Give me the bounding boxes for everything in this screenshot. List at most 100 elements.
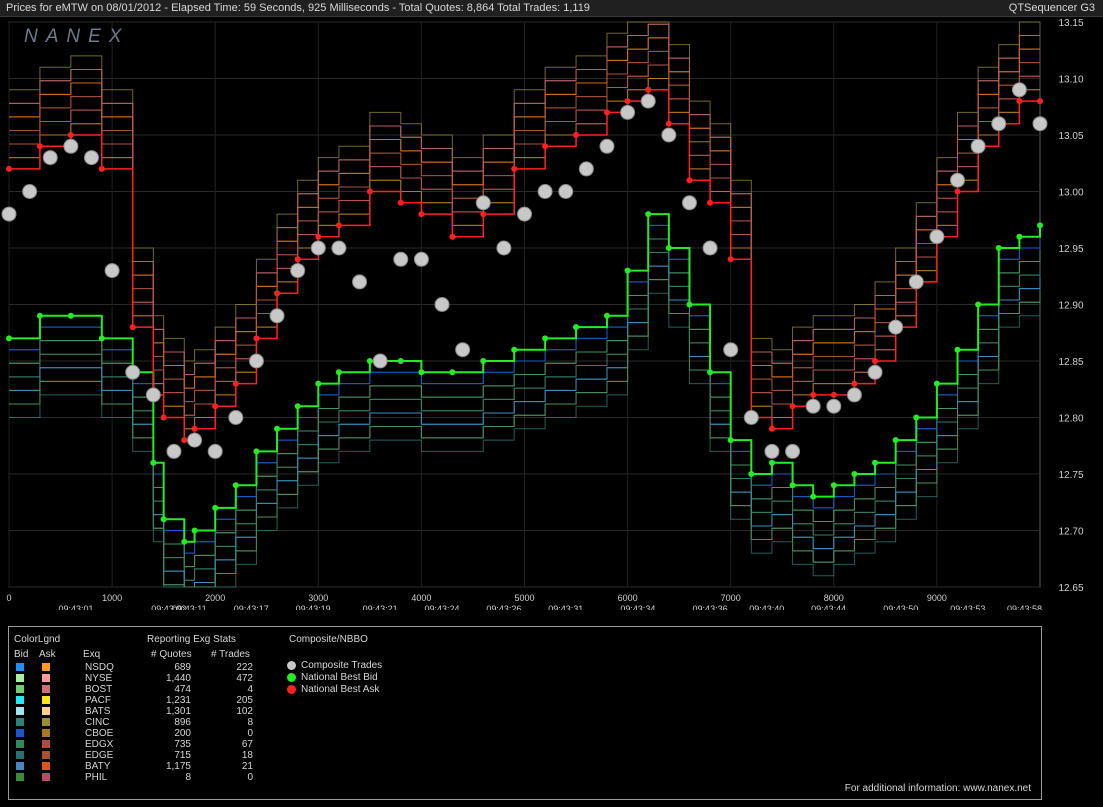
trade-point: [950, 172, 966, 188]
ask-point: [315, 233, 322, 240]
trade-point: [248, 353, 264, 369]
bid-color-swatch: [16, 762, 24, 770]
trade-point: [83, 150, 99, 166]
ask-point: [1037, 98, 1043, 105]
time-label: 09:43:58: [1007, 604, 1042, 610]
bid-point: [768, 459, 775, 466]
bid-point: [511, 346, 518, 353]
trade-point: [290, 263, 306, 279]
trade-point: [908, 274, 924, 290]
exchange-header: Exq: [83, 649, 101, 660]
exchange-trades: 18: [241, 750, 253, 761]
trade-point: [764, 443, 780, 459]
trade-point: [970, 138, 986, 154]
bid-point: [397, 358, 404, 364]
bid-color-swatch: [16, 685, 24, 693]
exchange-trades: 102: [236, 706, 253, 717]
ask-point: [480, 211, 487, 218]
trade-point: [352, 274, 368, 290]
ask-point: [954, 188, 961, 195]
bid-point: [160, 516, 167, 523]
bid-point: [872, 459, 879, 466]
exchange-name: NYSE: [85, 673, 113, 684]
ask-point: [727, 256, 734, 263]
ask-point: [418, 211, 425, 218]
ask-point: [686, 177, 693, 184]
y-axis: 12.65 12.70 12.75 12.80 12.85 12.90 12.95 13.00…: [1058, 18, 1083, 594]
bid-point: [449, 369, 456, 376]
exchange-trades: 205: [236, 695, 253, 706]
bid-color-swatch: [16, 674, 24, 682]
x-axis: 0 1000 2000 3000 4000 5000 6000 7000 8000 900009:…: [6, 593, 1042, 610]
bid-point: [6, 335, 12, 342]
chart-title: Prices for eMTW on 08/01/2012 - Elapsed …: [6, 2, 590, 14]
trade-point: [187, 432, 203, 448]
ask-point: [335, 222, 342, 229]
trade-point: [826, 398, 842, 414]
bid-point: [542, 335, 549, 342]
bid-point: [274, 425, 281, 432]
exchange-name: NSDQ: [85, 662, 114, 673]
nanex-watermark: NANEX: [24, 26, 129, 47]
trade-point: [537, 184, 553, 199]
trade-point: [393, 251, 409, 267]
x-tick-label: 1000: [102, 593, 122, 603]
bid-point: [810, 493, 817, 500]
x-tick-label: 5000: [514, 593, 534, 603]
exchange-trades: 21: [241, 761, 253, 772]
composite-title: Composite/NBBO: [289, 634, 368, 645]
bid-point: [892, 437, 899, 444]
bid-point: [624, 267, 631, 274]
exchange-quotes: 1,175: [165, 761, 191, 772]
exchange-quotes: 735: [174, 739, 191, 750]
trade-point: [475, 195, 491, 211]
trade-point: [702, 240, 718, 256]
ask-point: [1016, 98, 1023, 105]
bid-color-swatch: [16, 729, 24, 737]
trade-point: [22, 184, 38, 199]
bid-point: [67, 312, 74, 319]
trade-point: [207, 443, 223, 459]
exchange-trades: 0: [247, 772, 253, 783]
bid-point: [1037, 222, 1043, 229]
x-tick-label: 2000: [205, 593, 225, 603]
ask-point: [542, 143, 549, 150]
ask-point: [851, 380, 858, 387]
time-label: 09:43:50: [883, 604, 918, 610]
exchange-name: EDGX: [85, 739, 114, 750]
y-tick-label: 13.10: [1058, 75, 1083, 86]
bid-point: [1016, 233, 1023, 240]
ask-point: [397, 199, 404, 206]
title-bar: Prices for eMTW on 08/01/2012 - Elapsed …: [0, 0, 1103, 17]
exchange-name: BATY: [85, 761, 111, 772]
trade-point: [661, 127, 677, 143]
ask-point: [253, 335, 260, 342]
bid-color-swatch: [16, 707, 24, 715]
x-tick-label: 8000: [824, 593, 844, 603]
exchange-quotes: 715: [174, 750, 191, 761]
trade-point: [1011, 82, 1027, 98]
ask-point: [274, 290, 281, 297]
bid-point: [573, 324, 580, 331]
ask-point: [129, 324, 136, 331]
time-label: 09:43:31: [548, 604, 583, 610]
bid-point: [366, 358, 373, 364]
bid-point: [830, 482, 837, 489]
time-label: 09:43:34: [620, 604, 655, 610]
exchange-quotes: 1,440: [165, 673, 191, 684]
time-label: 09:43:40: [749, 604, 784, 610]
ask-color-swatch: [42, 707, 50, 715]
composite-legend-dot: [287, 673, 296, 682]
trade-point: [620, 104, 636, 120]
exchange-quotes: 1,301: [165, 706, 191, 717]
exchange-trades: 472: [236, 673, 253, 684]
bid-point: [665, 245, 672, 251]
price-chart: NANEX 12.65 12.70 12.75 12.80 12.85 12.90 12.9…: [1, 18, 1084, 610]
trade-point: [846, 387, 862, 403]
bid-point: [98, 335, 105, 342]
ask-color-swatch: [42, 685, 50, 693]
y-tick-label: 12.75: [1058, 470, 1083, 481]
trade-point: [104, 263, 120, 279]
y-tick-label: 12.65: [1058, 583, 1083, 594]
trade-point: [805, 398, 821, 414]
